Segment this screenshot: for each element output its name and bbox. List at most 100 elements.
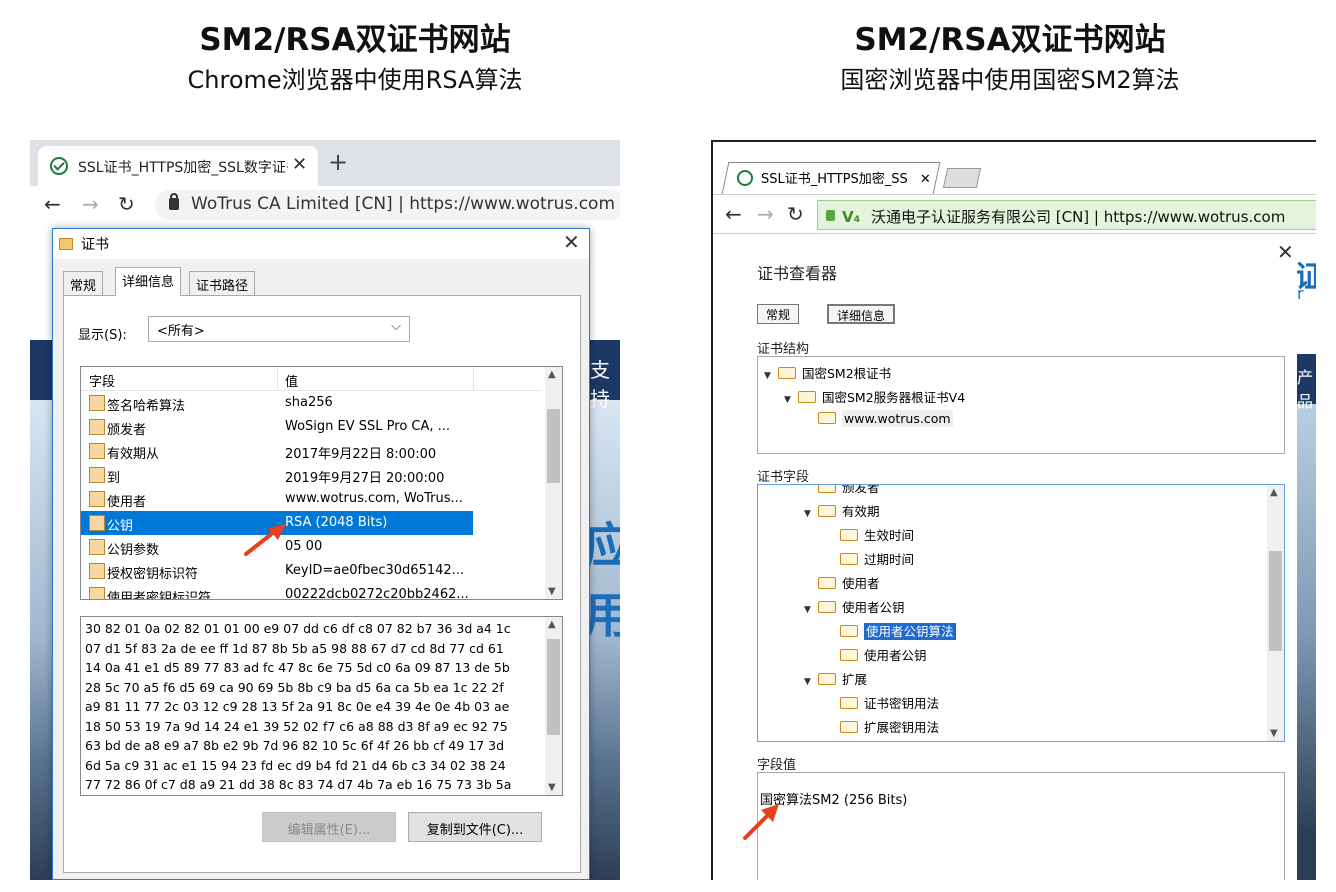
tab-details[interactable]: 详细信息	[115, 267, 182, 296]
right-caption-title: SM2/RSA双证书网站	[854, 22, 1166, 58]
close-dialog-icon[interactable]: ✕	[563, 230, 580, 254]
folder-icon	[818, 601, 836, 613]
browser-toolbar: ← → ↻ V₄ 沃通电子认证服务有限公司 [CN] | https://www…	[713, 194, 1316, 234]
close-viewer-icon[interactable]: ✕	[1277, 240, 1294, 264]
tab-title: SSL证书_HTTPS加密_SS	[761, 172, 908, 187]
chevron-down-icon: ⌵	[391, 319, 401, 334]
lock-icon	[826, 210, 835, 221]
field-name: 签名哈希算法	[107, 399, 186, 414]
field-icon	[89, 587, 105, 599]
tab-cert-path[interactable]: 证书路径	[189, 271, 256, 295]
tree-node-label: 扩展密钥用法	[864, 720, 940, 735]
tree-node[interactable]: ▼ 国密SM2根证书	[764, 363, 891, 382]
hex-scrollbar[interactable]: ▲ ▼	[545, 617, 562, 795]
lock-icon	[169, 193, 179, 210]
tree-node[interactable]: ▼ 扩展	[804, 669, 867, 688]
tree-node[interactable]: 过期时间	[826, 549, 914, 568]
hex-line: 63 bd de a8 e9 a7 8b e2 9b 7d 96 82 10 5…	[85, 738, 505, 753]
red-arrow-icon	[244, 524, 286, 556]
new-tab-button[interactable]: +	[328, 148, 348, 176]
close-tab-icon[interactable]: ✕	[292, 154, 307, 175]
address-text: 沃通电子认证服务有限公司 [CN] | https://www.wotrus.c…	[870, 208, 1286, 226]
field-value-box[interactable]: 国密算法SM2 (256 Bits)	[757, 772, 1285, 880]
certificate-viewer: 证书查看器 ✕ 常规 详细信息 证书结构 ▼ 国密SM2根证书 ▼ 国密SM2服务器…	[737, 234, 1297, 880]
edit-properties-button[interactable]: 编辑属性(E)...	[262, 812, 396, 842]
dialog-title: 证书	[81, 237, 109, 253]
list-row[interactable]: 使用者 www.wotrus.com, WoTrus...	[81, 487, 473, 511]
secure-site-icon	[50, 157, 68, 175]
folder-icon	[840, 697, 858, 709]
list-scrollbar[interactable]: ▲ ▼	[545, 367, 562, 599]
show-label: 显示(S):	[78, 328, 127, 343]
certificate-icon	[59, 238, 73, 250]
back-icon[interactable]: ←	[725, 202, 742, 226]
scroll-up-icon[interactable]: ▲	[1270, 487, 1278, 498]
hex-line: a9 81 11 77 2c 03 12 c9 28 13 5f 2a 91 8…	[85, 699, 510, 714]
list-row[interactable]: 颁发者 WoSign EV SSL Pro CA, ...	[81, 415, 473, 439]
scroll-down-icon[interactable]: ▼	[548, 782, 556, 793]
tree-node[interactable]: 颁发者	[804, 484, 880, 496]
tree-node[interactable]: ▼ 国密SM2服务器根证书V4	[784, 387, 965, 406]
col-value-header[interactable]: 值	[285, 371, 298, 390]
folder-icon	[818, 673, 836, 685]
scroll-down-icon[interactable]: ▼	[548, 586, 556, 597]
tree-node[interactable]: 证书密钥用法	[826, 693, 939, 712]
tree-node[interactable]: 扩展密钥用法	[826, 717, 939, 736]
new-tab-button[interactable]	[942, 168, 982, 188]
fields-scrollbar[interactable]: ▲ ▼	[1267, 485, 1284, 741]
list-row[interactable]: 签名哈希算法 sha256	[81, 391, 473, 415]
tree-node[interactable]: 使用者公钥算法	[826, 621, 956, 640]
hex-line: 6d 5a c9 31 ac e1 15 94 23 fd ec d9 b4 f…	[85, 757, 506, 773]
col-separator	[277, 367, 278, 391]
tab-details[interactable]: 详细信息	[827, 304, 896, 324]
tree-node-label: 使用者公钥算法	[864, 623, 956, 640]
list-row[interactable]: 授权密钥标识符 KeyID=ae0fbec30d65142...	[81, 559, 473, 583]
address-bar[interactable]: V₄ 沃通电子认证服务有限公司 [CN] | https://www.wotru…	[817, 200, 1316, 230]
tree-node[interactable]: 使用者公钥	[826, 645, 927, 664]
back-icon[interactable]: ←	[44, 192, 61, 216]
address-bar[interactable]: WoTrus CA Limited [CN] | https://www.wot…	[155, 190, 620, 220]
left-caption: SM2/RSA双证书网站 Chrome浏览器中使用RSA算法	[40, 20, 670, 97]
reload-icon[interactable]: ↻	[787, 202, 804, 226]
expand-triangle-icon: ▼	[804, 605, 811, 615]
folder-icon	[818, 485, 836, 493]
scroll-thumb[interactable]	[1269, 551, 1282, 651]
browser-tab[interactable]: SSL证书_HTTPS加密_SSL数字证书 ✕	[38, 146, 318, 186]
website-background: 证 r 产品	[1295, 234, 1316, 880]
hex-line: 07 d1 5f 83 2a de ee ff 1d 87 8b 5b a5 9…	[85, 640, 504, 656]
field-name: 有效期从	[107, 447, 160, 462]
field-value: 00222dcb0272c20bb2462...	[285, 587, 469, 600]
show-select[interactable]: <所有> ⌵	[148, 316, 410, 342]
tree-node[interactable]: 使用者	[804, 573, 880, 592]
field-value-hex[interactable]: 30 82 01 0a 02 82 01 01 00 e9 07 dd c6 d…	[80, 616, 563, 796]
forward-icon[interactable]: →	[82, 192, 99, 216]
forward-icon[interactable]: →	[757, 202, 774, 226]
field-value: 05 00	[285, 539, 323, 554]
tree-node-label: 生效时间	[864, 528, 915, 543]
struct-label: 证书结构	[757, 342, 810, 357]
list-row[interactable]: 使用者密钥标识符 00222dcb0272c20bb2462...	[81, 583, 473, 600]
scroll-up-icon[interactable]: ▲	[548, 619, 556, 630]
field-name: 颁发者	[107, 423, 147, 438]
close-tab-icon[interactable]: ✕	[920, 172, 931, 187]
scroll-thumb[interactable]	[547, 639, 560, 735]
scroll-up-icon[interactable]: ▲	[548, 369, 556, 380]
field-icon	[89, 419, 105, 435]
scroll-down-icon[interactable]: ▼	[1270, 728, 1278, 739]
tree-node[interactable]: ▼ 有效期	[804, 501, 880, 520]
tree-node[interactable]: ▼ 使用者公钥	[804, 597, 905, 616]
scroll-thumb[interactable]	[547, 409, 560, 483]
reload-icon[interactable]: ↻	[118, 192, 135, 216]
viewer-title: 证书查看器	[757, 264, 838, 283]
tree-node[interactable]: www.wotrus.com	[804, 410, 953, 427]
list-row[interactable]: 到 2019年9月27日 20:00:00	[81, 463, 473, 487]
tree-node-label: 颁发者	[842, 484, 880, 495]
list-row[interactable]: 有效期从 2017年9月22日 8:00:00	[81, 439, 473, 463]
red-arrow-icon	[743, 804, 779, 840]
tree-node[interactable]: 生效时间	[826, 525, 914, 544]
field-icon	[89, 395, 105, 411]
tab-general[interactable]: 常规	[63, 271, 104, 295]
tab-general[interactable]: 常规	[757, 304, 800, 324]
col-field-header[interactable]: 字段	[89, 371, 115, 390]
copy-to-file-button[interactable]: 复制到文件(C)...	[408, 812, 542, 842]
